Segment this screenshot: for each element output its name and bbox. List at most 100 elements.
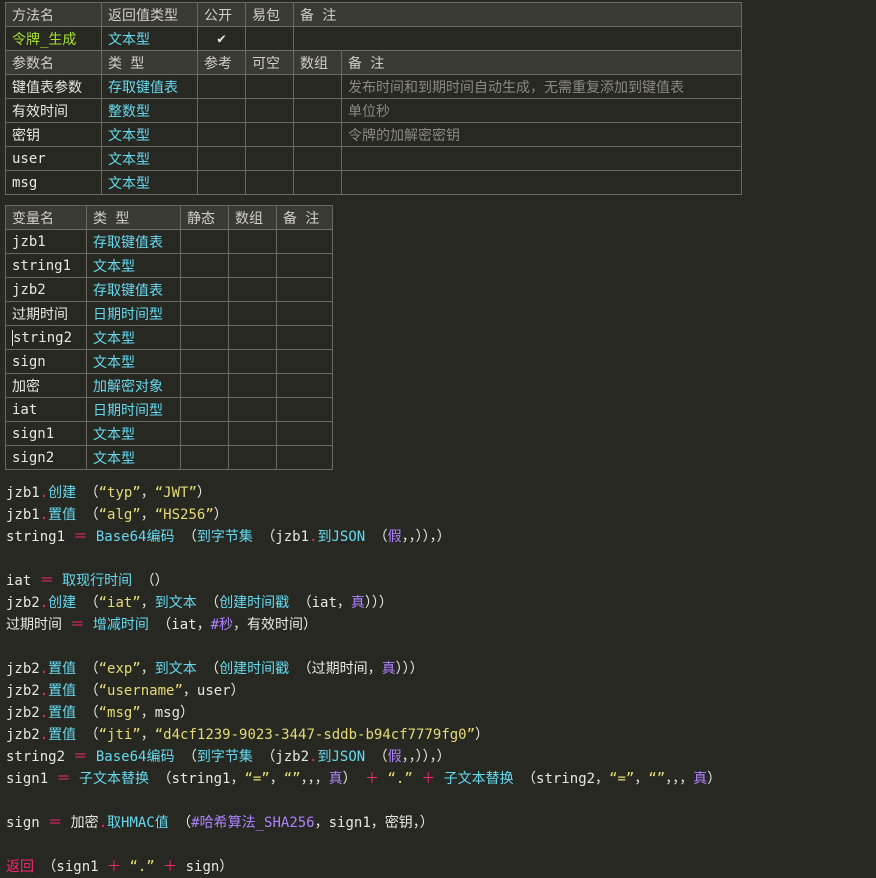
var-array-cell[interactable] bbox=[228, 445, 277, 470]
code-line[interactable]: sign ＝ 加密.取HMAC值 （#哈希算法_SHA256，sign1，密钥，… bbox=[6, 812, 721, 834]
var-static-cell[interactable] bbox=[180, 349, 229, 374]
var-type[interactable]: 日期时间型 bbox=[86, 397, 181, 422]
var-array-cell[interactable] bbox=[228, 229, 277, 254]
param-array-cell[interactable] bbox=[293, 146, 342, 171]
var-note-cell[interactable] bbox=[276, 421, 333, 446]
easy-pkg-cell[interactable] bbox=[245, 26, 294, 51]
var-name-with-cursor[interactable]: string2 bbox=[5, 325, 87, 350]
var-name[interactable]: iat bbox=[5, 397, 87, 422]
var-note-cell[interactable] bbox=[276, 349, 333, 374]
code-line[interactable]: jzb2.置值 （“jti”，“d4cf1239-9023-3447-sddb-… bbox=[6, 724, 721, 746]
var-static-cell[interactable] bbox=[180, 229, 229, 254]
method-row[interactable]: 令牌_生成 文本型 ✔ bbox=[5, 26, 742, 51]
var-static-cell[interactable] bbox=[180, 301, 229, 326]
param-type[interactable]: 整数型 bbox=[101, 98, 198, 123]
param-note[interactable]: 令牌的加解密密钥 bbox=[341, 122, 742, 147]
param-ref-cell[interactable] bbox=[197, 74, 246, 99]
var-array-cell[interactable] bbox=[228, 325, 277, 350]
param-ref-cell[interactable] bbox=[197, 122, 246, 147]
var-static-cell[interactable] bbox=[180, 445, 229, 470]
var-static-cell[interactable] bbox=[180, 277, 229, 302]
var-row[interactable]: jzb2 存取键值表 bbox=[5, 277, 333, 302]
param-array-cell[interactable] bbox=[293, 170, 342, 195]
var-name[interactable]: sign1 bbox=[5, 421, 87, 446]
param-nullable-cell[interactable] bbox=[245, 74, 294, 99]
param-note[interactable]: 单位秒 bbox=[341, 98, 742, 123]
method-name-cell[interactable]: 令牌_生成 bbox=[5, 26, 102, 51]
var-type[interactable]: 文本型 bbox=[86, 325, 181, 350]
var-static-cell[interactable] bbox=[180, 373, 229, 398]
param-name[interactable]: user bbox=[5, 146, 102, 171]
var-name[interactable]: 过期时间 bbox=[5, 301, 87, 326]
var-type[interactable]: 加解密对象 bbox=[86, 373, 181, 398]
var-row[interactable]: 过期时间 日期时间型 bbox=[5, 301, 333, 326]
var-name[interactable]: jzb1 bbox=[5, 229, 87, 254]
var-name[interactable]: 加密 bbox=[5, 373, 87, 398]
param-name[interactable]: 有效时间 bbox=[5, 98, 102, 123]
param-row[interactable]: user 文本型 bbox=[5, 146, 742, 171]
var-name[interactable]: sign2 bbox=[5, 445, 87, 470]
code-line-empty[interactable] bbox=[6, 548, 721, 570]
code-line-empty[interactable] bbox=[6, 834, 721, 856]
code-line[interactable]: jzb2.创建 （“iat”，到文本 （创建时间戳 （iat，真））） bbox=[6, 592, 721, 614]
code-line-empty[interactable] bbox=[6, 790, 721, 812]
var-static-cell[interactable] bbox=[180, 421, 229, 446]
var-type[interactable]: 文本型 bbox=[86, 253, 181, 278]
var-row[interactable]: iat 日期时间型 bbox=[5, 397, 333, 422]
param-ref-cell[interactable] bbox=[197, 170, 246, 195]
code-line[interactable]: iat ＝ 取现行时间 （） bbox=[6, 570, 721, 592]
code-editor[interactable]: jzb1.创建 （“typ”，“JWT”） jzb1.置值 （“alg”，“HS… bbox=[6, 482, 721, 878]
param-row[interactable]: 密钥 文本型 令牌的加解密密钥 bbox=[5, 122, 742, 147]
var-array-cell[interactable] bbox=[228, 349, 277, 374]
var-row[interactable]: sign 文本型 bbox=[5, 349, 333, 374]
var-array-cell[interactable] bbox=[228, 253, 277, 278]
var-type[interactable]: 文本型 bbox=[86, 445, 181, 470]
method-note-cell[interactable] bbox=[293, 26, 742, 51]
var-row[interactable]: sign1 文本型 bbox=[5, 421, 333, 446]
var-note-cell[interactable] bbox=[276, 301, 333, 326]
var-static-cell[interactable] bbox=[180, 397, 229, 422]
param-note[interactable] bbox=[341, 170, 742, 195]
var-note-cell[interactable] bbox=[276, 397, 333, 422]
param-nullable-cell[interactable] bbox=[245, 98, 294, 123]
var-note-cell[interactable] bbox=[276, 445, 333, 470]
param-ref-cell[interactable] bbox=[197, 146, 246, 171]
var-name[interactable]: string2 bbox=[13, 330, 72, 346]
var-array-cell[interactable] bbox=[228, 373, 277, 398]
var-name[interactable]: sign bbox=[5, 349, 87, 374]
var-static-cell[interactable] bbox=[180, 253, 229, 278]
var-static-cell[interactable] bbox=[180, 325, 229, 350]
param-array-cell[interactable] bbox=[293, 122, 342, 147]
var-note-cell[interactable] bbox=[276, 373, 333, 398]
var-array-cell[interactable] bbox=[228, 277, 277, 302]
param-row[interactable]: 有效时间 整数型 单位秒 bbox=[5, 98, 742, 123]
var-note-cell[interactable] bbox=[276, 253, 333, 278]
param-note[interactable]: 发布时间和到期时间自动生成，无需重复添加到键值表 bbox=[341, 74, 742, 99]
param-type[interactable]: 文本型 bbox=[101, 146, 198, 171]
var-note-cell[interactable] bbox=[276, 325, 333, 350]
param-note[interactable] bbox=[341, 146, 742, 171]
var-row[interactable]: jzb1 存取键值表 bbox=[5, 229, 333, 254]
var-array-cell[interactable] bbox=[228, 301, 277, 326]
code-line[interactable]: jzb1.置值 （“alg”，“HS256”） bbox=[6, 504, 721, 526]
var-array-cell[interactable] bbox=[228, 397, 277, 422]
param-nullable-cell[interactable] bbox=[245, 170, 294, 195]
code-line[interactable]: string2 ＝ Base64编码 （到字节集 （jzb2.到JSON （假，… bbox=[6, 746, 721, 768]
code-line[interactable]: string1 ＝ Base64编码 （到字节集 （jzb1.到JSON （假，… bbox=[6, 526, 721, 548]
var-array-cell[interactable] bbox=[228, 421, 277, 446]
param-nullable-cell[interactable] bbox=[245, 146, 294, 171]
var-type[interactable]: 存取键值表 bbox=[86, 229, 181, 254]
var-note-cell[interactable] bbox=[276, 229, 333, 254]
param-row[interactable]: msg 文本型 bbox=[5, 170, 742, 195]
param-type[interactable]: 文本型 bbox=[101, 122, 198, 147]
method-return-type-cell[interactable]: 文本型 bbox=[101, 26, 198, 51]
param-ref-cell[interactable] bbox=[197, 98, 246, 123]
var-name[interactable]: jzb2 bbox=[5, 277, 87, 302]
var-row[interactable]: string2 文本型 bbox=[5, 325, 333, 350]
param-type[interactable]: 存取键值表 bbox=[101, 74, 198, 99]
var-row[interactable]: string1 文本型 bbox=[5, 253, 333, 278]
var-type[interactable]: 文本型 bbox=[86, 349, 181, 374]
var-note-cell[interactable] bbox=[276, 277, 333, 302]
code-line[interactable]: jzb2.置值 （“username”，user） bbox=[6, 680, 721, 702]
param-array-cell[interactable] bbox=[293, 74, 342, 99]
